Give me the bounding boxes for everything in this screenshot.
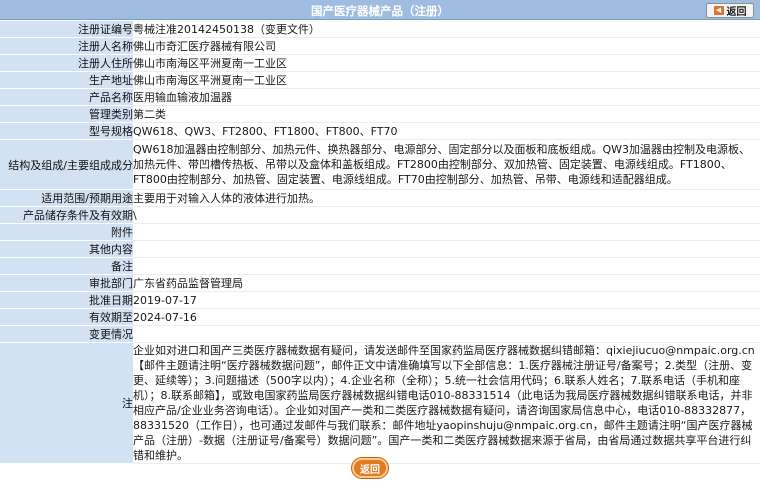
page-title: 国产医疗器械产品（注册） (311, 4, 449, 18)
table-row: 其他内容 (0, 240, 760, 258)
note-row: 注 企业如对进口和国产三类医疗器械数据有疑问，请发送邮件至国家药监局医疗器械数据… (0, 342, 760, 464)
row-label: 批准日期 (0, 291, 133, 309)
table-row: 注册证编号 粤械注准20142450138（变更文件） (0, 21, 760, 38)
back-arrow-icon: ◀ (713, 6, 724, 15)
table-row: 注册人名称 佛山市奇汇医疗器械有限公司 (0, 37, 760, 55)
row-label: 注册人名称 (0, 37, 133, 55)
table-row: 备注 (0, 257, 760, 275)
back-button-bottom-label: 返回 (360, 464, 380, 476)
table-row: 注册人住所 佛山市南海区平洲夏南一工业区 (0, 54, 760, 72)
table-row: 批准日期 2019-07-17 (0, 291, 760, 309)
back-button-bottom[interactable]: 返回 (352, 458, 388, 478)
row-value: 2024-07-16 (133, 308, 760, 326)
row-value (133, 257, 760, 275)
row-label: 注册人住所 (0, 54, 133, 72)
row-label: 适用范围/预期用途 (0, 189, 133, 207)
row-label: 生产地址 (0, 71, 133, 89)
row-label: 有效期至 (0, 308, 133, 326)
row-label: 备注 (0, 257, 133, 275)
row-value: QW618加温器由控制部分、加热元件、换热器部分、电源部分、固定部分以及面板和底… (133, 139, 760, 190)
row-value: 佛山市奇汇医疗器械有限公司 (133, 37, 760, 55)
row-value: \ (133, 206, 760, 224)
note-text: 企业如对进口和国产三类医疗器械数据有疑问，请发送邮件至国家药监局医疗器械数据纠错… (133, 342, 760, 464)
row-label: 其他内容 (0, 240, 133, 258)
row-value: 第二类 (133, 105, 760, 123)
table-row: 附件 (0, 223, 760, 241)
row-value: 佛山市南海区平洲夏南一工业区 (133, 71, 760, 89)
note-label: 注 (0, 342, 133, 464)
table-row: 适用范围/预期用途 主要用于对输入人体的液体进行加热。 (0, 189, 760, 207)
row-value (133, 223, 760, 241)
row-value: 主要用于对输入人体的液体进行加热。 (133, 189, 760, 207)
row-value: QW618、QW3、FT2800、FT1800、FT800、FT70 (133, 122, 760, 140)
row-value: 2019-07-17 (133, 291, 760, 309)
table-row: 生产地址 佛山市南海区平洲夏南一工业区 (0, 71, 760, 89)
table-row: 审批部门 广东省药品监督管理局 (0, 274, 760, 292)
table-row: 型号规格 QW618、QW3、FT2800、FT1800、FT800、FT70 (0, 122, 760, 140)
table-row: 变更情况 (0, 325, 760, 343)
title-bar: 国产医疗器械产品（注册） ◀ 返回 (0, 0, 760, 20)
row-value: 粤械注准20142450138（变更文件） (133, 21, 760, 38)
row-value: 医用输血输液加温器 (133, 88, 760, 106)
row-label: 审批部门 (0, 274, 133, 292)
table-row: 管理类别 第二类 (0, 105, 760, 123)
back-button-top-label: 返回 (726, 7, 747, 18)
row-label: 结构及组成/主要组成成分 (0, 139, 133, 190)
row-label: 变更情况 (0, 325, 133, 343)
row-value (133, 240, 760, 258)
table-row: 结构及组成/主要组成成分 QW618加温器由控制部分、加热元件、换热器部分、电源… (0, 139, 760, 190)
back-button-top[interactable]: ◀ 返回 (706, 3, 754, 18)
table-row: 产品储存条件及有效期 \ (0, 206, 760, 224)
table-row: 产品名称 医用输血输液加温器 (0, 88, 760, 106)
row-label: 产品储存条件及有效期 (0, 206, 133, 224)
table-row: 有效期至 2024-07-16 (0, 308, 760, 326)
row-label: 型号规格 (0, 122, 133, 140)
page: 国产医疗器械产品（注册） ◀ 返回 注册证编号 粤械注准20142450138（… (0, 0, 760, 482)
row-value: 广东省药品监督管理局 (133, 274, 760, 292)
row-label: 注册证编号 (0, 21, 133, 38)
row-label: 管理类别 (0, 105, 133, 123)
row-value (133, 325, 760, 343)
row-value: 佛山市南海区平洲夏南一工业区 (133, 54, 760, 72)
row-label: 附件 (0, 223, 133, 241)
row-label: 产品名称 (0, 88, 133, 106)
detail-table: 注册证编号 粤械注准20142450138（变更文件） 注册人名称 佛山市奇汇医… (0, 21, 760, 464)
